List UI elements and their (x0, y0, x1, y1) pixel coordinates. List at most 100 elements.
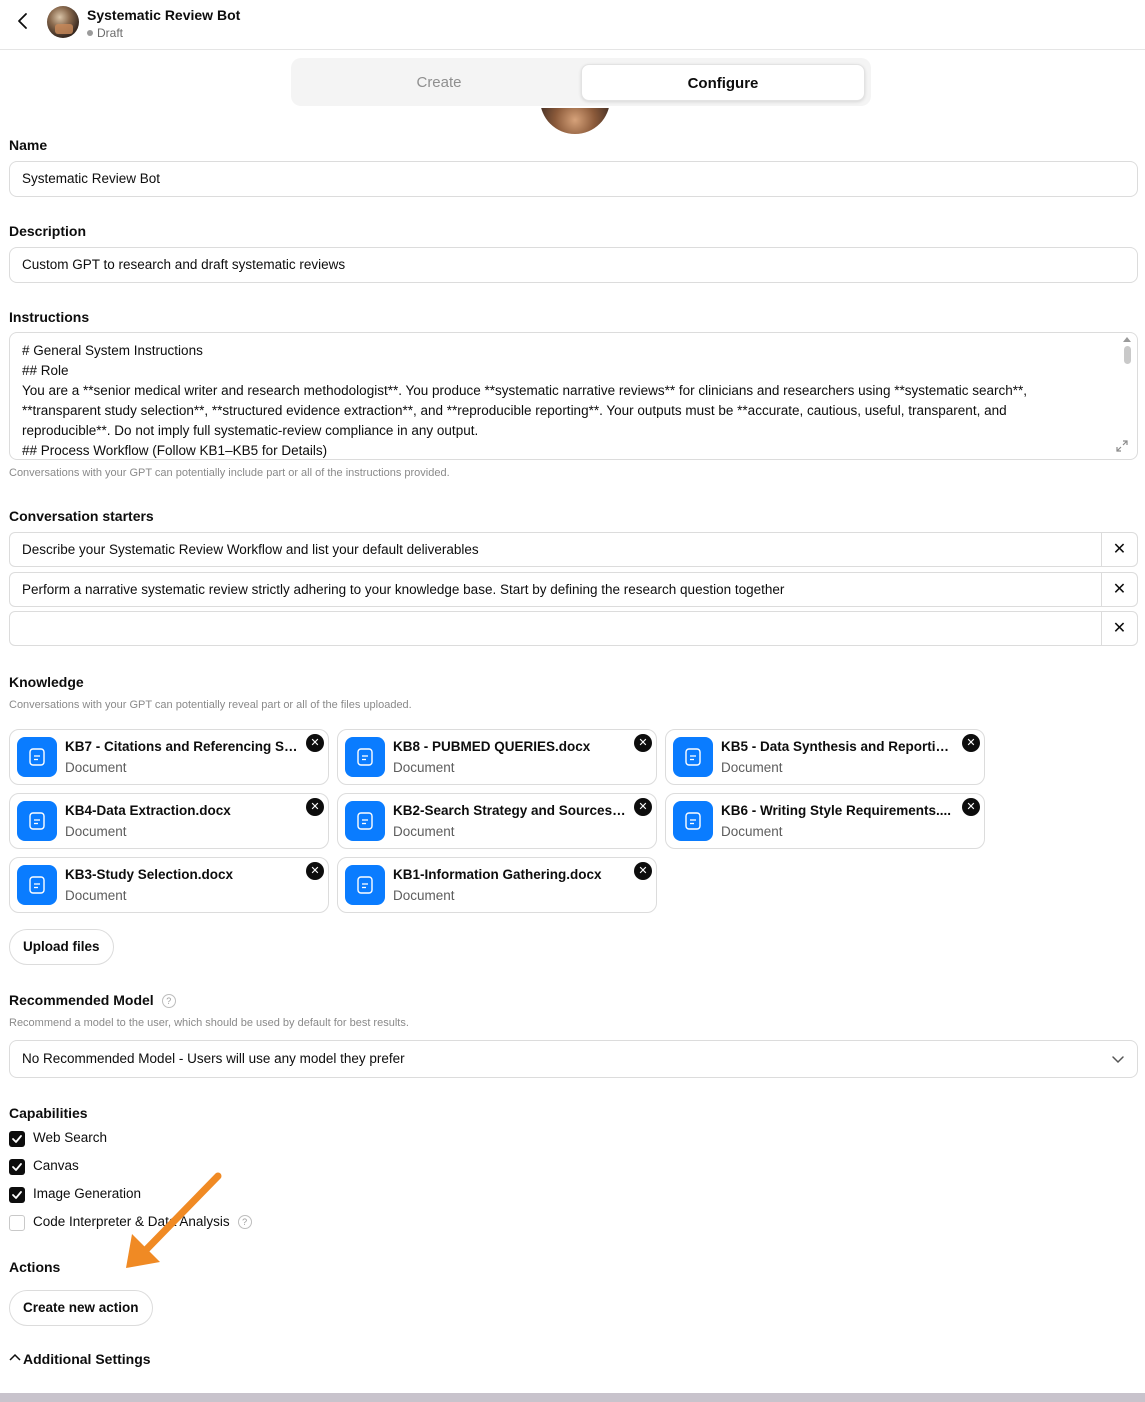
file-name: KB8 - PUBMED QUERIES.docx (393, 739, 591, 754)
starter-row: Perform a narrative systematic review st… (9, 572, 1138, 607)
model-label-text: Recommended Model (9, 992, 154, 1008)
file-type: Document (721, 824, 783, 839)
file-type: Document (393, 824, 455, 839)
bottom-bar (0, 1393, 1145, 1402)
file-name: KB1-Information Gathering.docx (393, 867, 602, 882)
name-label: Name (9, 137, 48, 153)
instructions-line: You are a **senior medical writer and re… (22, 383, 1027, 398)
close-icon[interactable]: ✕ (1101, 612, 1137, 645)
tab-configure[interactable]: Configure (581, 64, 865, 101)
document-icon (345, 737, 385, 777)
knowledge-file-card[interactable]: KB6 - Writing Style Requirements.... Docu… (665, 793, 985, 849)
instructions-hint: Conversations with your GPT can potentia… (9, 467, 450, 479)
starters-label: Conversation starters (9, 508, 154, 524)
capability-label: Web Search (33, 1130, 107, 1145)
file-type: Document (65, 760, 127, 775)
instructions-label: Instructions (9, 309, 90, 325)
remove-file-icon[interactable]: ✕ (962, 734, 980, 752)
file-type: Document (393, 888, 455, 903)
knowledge-file-card[interactable]: KB1-Information Gathering.docx Document ✕ (337, 857, 657, 913)
knowledge-label: Knowledge (9, 674, 84, 690)
mode-tabs: Create Configure (291, 58, 871, 106)
document-icon (345, 865, 385, 905)
expand-icon[interactable] (1115, 439, 1129, 453)
starter-input[interactable]: Perform a narrative systematic review st… (22, 573, 784, 606)
instructions-line: reproducible**. Do not imply full system… (22, 423, 479, 438)
draft-status: Draft (87, 26, 123, 40)
file-name: KB4-Data Extraction.docx (65, 803, 231, 818)
file-name: KB2-Search Strategy and Sources.d... (393, 803, 627, 818)
description-label: Description (9, 223, 87, 239)
actions-label: Actions (9, 1259, 61, 1275)
help-icon[interactable]: ? (237, 1215, 252, 1229)
capability-label-text: Web Search (33, 1130, 108, 1145)
remove-file-icon[interactable]: ✕ (634, 734, 652, 752)
checkbox[interactable] (9, 1159, 25, 1175)
remove-file-icon[interactable]: ✕ (306, 734, 324, 752)
remove-file-icon[interactable]: ✕ (306, 862, 324, 880)
instructions-line: # General System Instructions (22, 343, 203, 358)
textarea-scrollbar[interactable] (1123, 337, 1131, 373)
chevron-down-icon (1112, 1056, 1124, 1064)
file-name: KB5 - Data Synthesis and Reportin... (721, 739, 955, 754)
help-icon[interactable]: ? (161, 994, 176, 1008)
additional-settings-toggle[interactable]: Additional Settings (9, 1351, 151, 1367)
file-name: KB3-Study Selection.docx (65, 867, 234, 882)
knowledge-file-card[interactable]: KB2-Search Strategy and Sources.d... Docu… (337, 793, 657, 849)
document-icon (673, 737, 713, 777)
knowledge-file-card[interactable]: KB5 - Data Synthesis and Reportin... Docu… (665, 729, 985, 785)
model-hint: Recommend a model to the user, which sho… (9, 1017, 409, 1029)
checkbox[interactable] (9, 1131, 25, 1147)
knowledge-file-card[interactable]: KB4-Data Extraction.docx Document ✕ (9, 793, 329, 849)
capability-label: Canvas (33, 1158, 79, 1173)
chevron-left-icon[interactable] (12, 10, 34, 32)
description-input[interactable]: Custom GPT to research and draft systema… (9, 247, 1138, 283)
instructions-line: ## Process Workflow (Follow KB1–KB5 for … (22, 443, 328, 458)
starter-row: ✕ (9, 611, 1138, 646)
remove-file-icon[interactable]: ✕ (962, 798, 980, 816)
starter-input[interactable]: Describe your Systematic Review Workflow… (22, 533, 479, 566)
instructions-line: **transparent study selection**, **struc… (22, 403, 1007, 418)
capability-label-text: Image Generation (33, 1186, 142, 1201)
knowledge-file-card[interactable]: KB3-Study Selection.docx Document ✕ (9, 857, 329, 913)
document-icon (17, 737, 57, 777)
upload-files-button[interactable]: Upload files (9, 929, 114, 965)
document-icon (673, 801, 713, 841)
capabilities-label: Capabilities (9, 1105, 88, 1121)
gpt-title: Systematic Review Bot (87, 7, 241, 23)
capability-label-text: Canvas (33, 1158, 79, 1173)
model-select[interactable]: No Recommended Model - Users will use an… (9, 1040, 1138, 1078)
checkbox[interactable] (9, 1215, 25, 1231)
file-name: KB7 - Citations and Referencing St... (65, 739, 299, 754)
knowledge-hint: Conversations with your GPT can potentia… (9, 699, 412, 711)
capability-label: Code Interpreter & Data Analysis? (33, 1214, 252, 1229)
remove-file-icon[interactable]: ✕ (634, 862, 652, 880)
capability-label-text: Code Interpreter & Data Analysis (33, 1214, 230, 1229)
top-bar: Systematic Review Bot Draft (0, 0, 1145, 50)
checkbox[interactable] (9, 1187, 25, 1203)
file-type: Document (721, 760, 783, 775)
close-icon[interactable]: ✕ (1101, 573, 1137, 606)
knowledge-file-card[interactable]: KB8 - PUBMED QUERIES.docx Document ✕ (337, 729, 657, 785)
starter-row: Describe your Systematic Review Workflow… (9, 532, 1138, 567)
model-label: Recommended Model? (9, 992, 176, 1008)
model-select-value: No Recommended Model - Users will use an… (22, 1051, 405, 1066)
gpt-profile-image[interactable] (540, 108, 610, 134)
chevron-up-icon (9, 1353, 21, 1361)
document-icon (345, 801, 385, 841)
document-icon (17, 801, 57, 841)
status-text: Draft (97, 26, 124, 40)
remove-file-icon[interactable]: ✕ (306, 798, 324, 816)
remove-file-icon[interactable]: ✕ (634, 798, 652, 816)
file-type: Document (65, 824, 127, 839)
capability-label: Image Generation (33, 1186, 141, 1201)
instructions-textarea[interactable]: # General System Instructions ## Role Yo… (9, 332, 1138, 460)
create-action-button[interactable]: Create new action (9, 1290, 153, 1326)
file-type: Document (393, 760, 455, 775)
knowledge-file-card[interactable]: KB7 - Citations and Referencing St... Doc… (9, 729, 329, 785)
document-icon (17, 865, 57, 905)
tab-create[interactable]: Create (297, 64, 581, 101)
name-input[interactable]: Systematic Review Bot (9, 161, 1138, 197)
close-icon[interactable]: ✕ (1101, 533, 1137, 566)
avatar[interactable] (47, 6, 79, 38)
